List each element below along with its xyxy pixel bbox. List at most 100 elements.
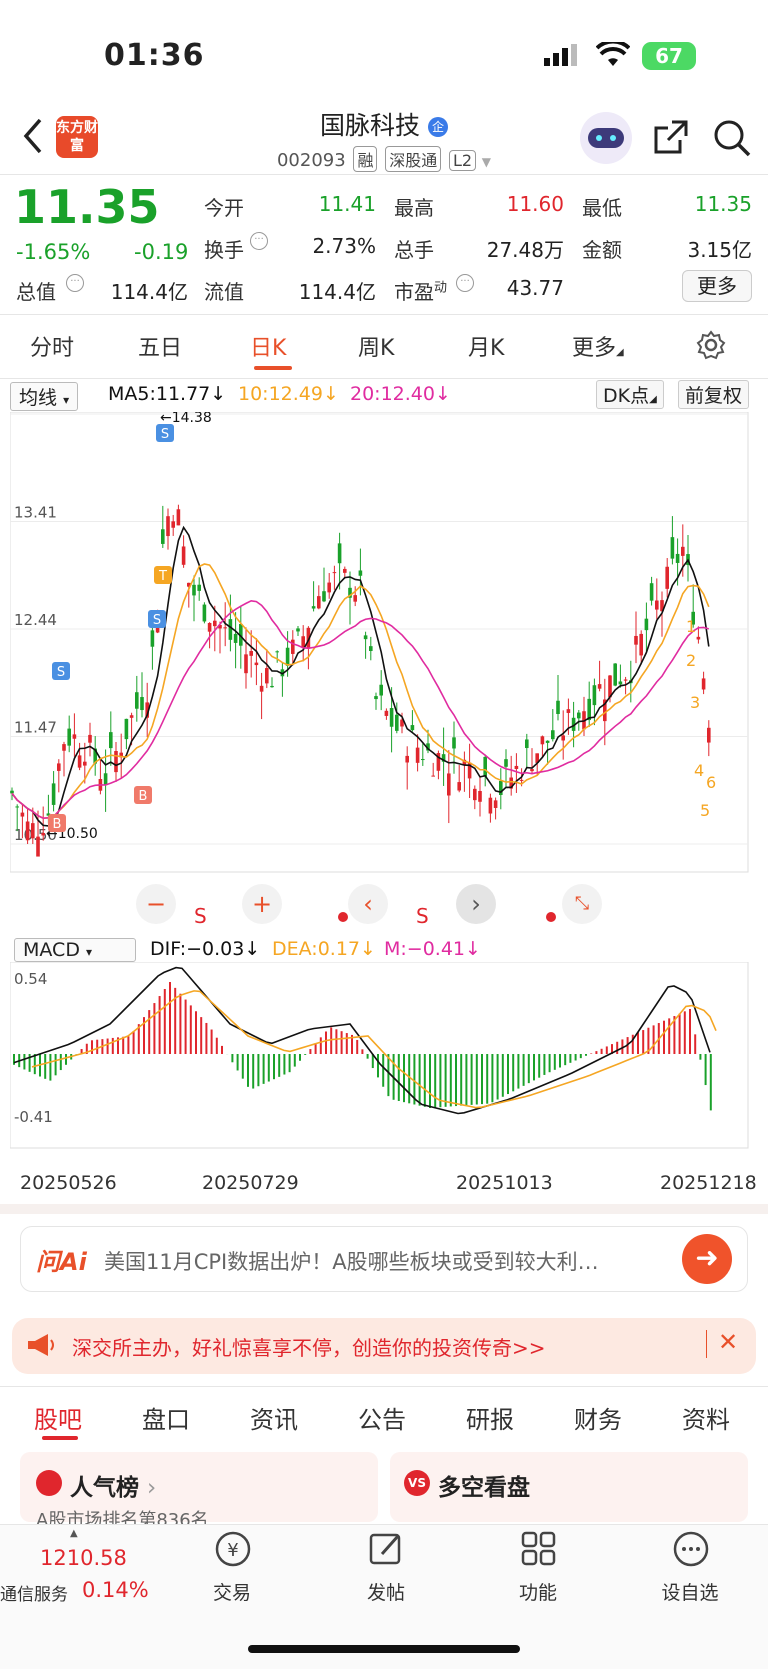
adjust-button[interactable]: 前复权 <box>678 380 750 409</box>
zoom-out-button[interactable]: − <box>136 884 176 924</box>
tab-orderbook[interactable]: 盘口 <box>142 1400 190 1435</box>
macd-selector[interactable]: MACD ▾ <box>14 938 136 962</box>
candle-body <box>223 627 227 629</box>
candle-body <box>644 618 649 631</box>
tab-monthly-k[interactable]: 月K <box>468 330 504 362</box>
candle-body <box>265 668 269 684</box>
index-percent[interactable]: 0.14% <box>82 1578 149 1602</box>
index-name[interactable]: 通信服务 <box>0 1580 68 1605</box>
pe-value: 43.77 <box>506 276 564 300</box>
watchlist-icon[interactable] <box>672 1530 710 1572</box>
function-label[interactable]: 功能 <box>488 1578 588 1605</box>
zoom-in-button[interactable]: + <box>242 884 282 924</box>
info-icon[interactable]: ··· <box>66 274 84 292</box>
candle-body <box>20 812 25 817</box>
bull-bear-title: 多空看盘 <box>438 1475 530 1501</box>
candle-body <box>140 697 144 711</box>
tab-intraday[interactable]: 分时 <box>30 330 74 362</box>
candle-body <box>244 654 248 674</box>
candle-body <box>181 546 186 565</box>
sell-signal-label: S <box>416 904 429 928</box>
expand-up-icon[interactable]: ▲ <box>70 1528 78 1539</box>
tab-five-day[interactable]: 五日 <box>138 330 182 362</box>
index-value[interactable]: 1210.58 <box>40 1546 127 1570</box>
tab-news[interactable]: 资讯 <box>250 1400 298 1435</box>
open-value: 11.41 <box>318 192 376 216</box>
trade-label[interactable]: 交易 <box>182 1578 282 1605</box>
post-label[interactable]: 发帖 <box>336 1578 436 1605</box>
ai-news-text[interactable]: 美国11月CPI数据出炉！A股哪些板块或受到较大利… <box>104 1246 674 1276</box>
wave-number: 2 <box>686 651 696 670</box>
scroll-left-button[interactable]: ‹ <box>348 884 388 924</box>
candle-body <box>135 692 139 709</box>
tab-daily-k[interactable]: 日K <box>250 330 286 362</box>
more-button[interactable]: 更多 <box>682 270 752 302</box>
dk-point-button[interactable]: DK点◢ <box>596 380 664 409</box>
candle-body <box>675 553 680 563</box>
scroll-right-button[interactable]: › <box>456 884 496 924</box>
candle-body <box>545 740 550 743</box>
chart-icon <box>36 1470 62 1496</box>
info-icon[interactable]: ··· <box>456 274 474 292</box>
tab-finance[interactable]: 财务 <box>574 1400 622 1435</box>
candle-body <box>649 583 654 601</box>
section-gap <box>0 1204 768 1214</box>
candle-body <box>514 765 519 769</box>
macd-chart[interactable]: 0.54 -0.41 <box>10 962 758 1164</box>
popularity-rank: A股市场排名第836名 <box>36 1510 209 1524</box>
candle-body <box>696 636 701 640</box>
mcap-label: 总值 <box>16 280 56 304</box>
m-legend: M:−0.41↓ <box>384 938 481 960</box>
y-tick-label: 11.47 <box>14 719 57 737</box>
compose-icon[interactable] <box>368 1530 406 1572</box>
candle-body <box>322 591 326 602</box>
tab-more[interactable]: 更多◢ <box>572 330 624 362</box>
candle-body <box>233 633 238 643</box>
candle-body <box>202 604 207 622</box>
share-icon[interactable] <box>652 118 690 160</box>
close-icon[interactable]: ✕ <box>718 1328 738 1356</box>
tab-profile[interactable]: 资料 <box>682 1400 730 1435</box>
tab-announcements[interactable]: 公告 <box>358 1400 406 1435</box>
candle-body <box>597 684 602 689</box>
settings-gear-icon[interactable] <box>696 330 726 364</box>
candle-body <box>504 759 508 767</box>
candle-body <box>62 744 66 751</box>
turnover-value: 2.73% <box>312 234 376 258</box>
function-icon[interactable] <box>520 1530 558 1572</box>
robot-avatar-icon[interactable] <box>580 112 632 164</box>
info-icon[interactable]: ··· <box>250 232 268 250</box>
promo-divider <box>706 1330 707 1358</box>
candle-body <box>31 823 35 839</box>
tab-weekly-k[interactable]: 周K <box>358 330 394 362</box>
candle-body <box>103 773 108 786</box>
candle-body <box>556 700 560 714</box>
status-time: 01:36 <box>104 38 205 73</box>
arrow-right-icon[interactable]: ➜ <box>682 1234 732 1284</box>
candle-body <box>285 647 290 666</box>
candlestick-chart[interactable]: 14.3813.4112.4411.4710.50←14.38←10.50SSS… <box>10 412 758 932</box>
buy-marker: B <box>53 817 62 832</box>
connect-tag: 深股通 <box>385 146 442 172</box>
tab-guba[interactable]: 股吧 <box>34 1400 82 1435</box>
date-start: 20250526 <box>20 1172 117 1194</box>
dropdown-icon[interactable]: ▼ <box>482 155 491 169</box>
candle-body <box>540 736 545 745</box>
tab-research[interactable]: 研报 <box>466 1400 514 1435</box>
indicator-selector[interactable]: 均线 ▾ <box>10 382 79 411</box>
candle-body <box>519 779 524 781</box>
candle-body <box>88 734 92 743</box>
candle-body <box>415 747 420 763</box>
trade-icon[interactable]: ¥ <box>214 1530 252 1572</box>
watchlist-label[interactable]: 设自选 <box>640 1578 740 1605</box>
candle-body <box>670 537 675 559</box>
svg-text:¥: ¥ <box>227 1540 238 1561</box>
promo-text[interactable]: 深交所主办，好礼惊喜享不停，创造你的投资传奇>> <box>72 1332 546 1361</box>
battery-indicator: 67 <box>642 42 696 70</box>
tabs-divider <box>0 378 768 379</box>
candle-body <box>109 732 113 749</box>
search-icon[interactable] <box>712 118 752 162</box>
candle-body <box>369 646 373 651</box>
fullscreen-icon[interactable]: ⤡ <box>562 884 602 924</box>
candle-body <box>353 595 357 602</box>
